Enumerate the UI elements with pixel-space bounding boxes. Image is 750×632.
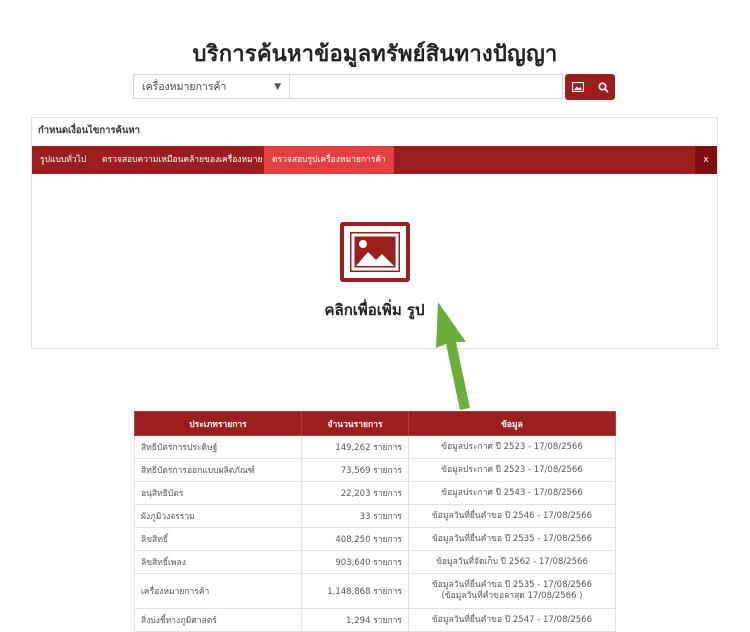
row-info: ข้อมูลวันที่จัดเก็บ ปี 2562 - 17/08/2566 [408,550,616,574]
row-info-line1: ข้อมูลวันที่ยื่นคำขอ ปี 2535 - 17/08/256… [432,580,592,590]
image-upload-icon[interactable] [340,222,410,282]
row-count: 903,640 รายการ [301,550,409,574]
column-header-info: ข้อมูล [408,411,616,436]
table-row: อนุสิทธิบัตร 22,203 รายการ ข้อมูลประกาศ … [134,481,616,505]
row-type: เครื่องหมายการค้า [134,573,302,609]
row-count: 22,203 รายการ [301,481,409,505]
table-header-row: ประเภทรายการ จำนวนรายการ ข้อมูล [134,411,616,436]
table-row: สิทธิบัตรการออกแบบผลิตภัณฑ์ 73,569 รายกา… [134,458,616,482]
row-count: 1,148,868 รายการ [301,573,409,609]
tab-similarity-check[interactable]: ตรวจสอบความเหมือนคล้ายของเครื่องหมาย [94,146,270,174]
row-type: อนุสิทธิบัตร [134,481,302,505]
search-type-value: เครื่องหมายการค้า [142,81,227,93]
row-type: ลิขสิทธิ์เพลง [134,550,302,574]
row-count: 149,262 รายการ [301,435,409,459]
row-info: ข้อมูลประกาศ ปี 2523 - 17/08/2566 [408,458,616,482]
row-info: ข้อมูลวันที่ยื่นคำขอ ปี 2535 - 17/08/256… [408,527,616,551]
row-info: ข้อมูลวันที่ยื่นคำขอ ปี 2547 - 17/08/256… [408,608,616,632]
table-row: ลิขสิทธิ์ 408,250 รายการ ข้อมูลวันที่ยื่… [134,527,616,551]
row-type: สิทธิบัตรการประดิษฐ์ [134,435,302,459]
search-icon [597,81,609,93]
row-count: 1,294 รายการ [301,608,409,632]
search-conditions-panel: กำหนดเงื่อนไขการค้นหา รูปแบบทั่วไป ตรวจส… [31,117,718,349]
row-type: ผังภูมิวงจรรวม [134,504,302,528]
picture-icon [351,233,399,271]
table-row: สิ่งบ่งชี้ทางภูมิศาสตร์ 1,294 รายการ ข้อ… [134,608,616,632]
row-count: 73,569 รายการ [301,458,409,482]
search-type-select[interactable]: เครื่องหมายการค้า ▼ [133,74,289,99]
close-button[interactable]: x [695,146,717,174]
row-type: ลิขสิทธิ์ [134,527,302,551]
row-type: สิ่งบ่งชี้ทางภูมิศาสตร์ [134,608,302,632]
row-info: ข้อมูลประกาศ ปี 2523 - 17/08/2566 [408,435,616,459]
image-search-button[interactable] [565,74,591,100]
tab-general[interactable]: รูปแบบทั่วไป [32,146,94,174]
table-row: ลิขสิทธิ์เพลง 903,640 รายการ ข้อมูลวันที… [134,550,616,574]
tab-trademark-image-check[interactable]: ตรวจสอบรูปเครื่องหมายการค้า [264,146,394,174]
row-count: 408,250 รายการ [301,527,409,551]
column-header-count: จำนวนรายการ [301,411,409,436]
chevron-down-icon: ▼ [274,82,281,92]
arrow-up-icon [436,302,470,410]
image-icon [572,82,584,92]
upload-label[interactable]: คลิกเพื่อเพิ่ม รูป [32,298,717,322]
row-count: 33 รายการ [301,504,409,528]
row-info: ข้อมูลวันที่ยื่นคำขอ ปี 2546 - 17/08/256… [408,504,616,528]
panel-header: กำหนดเงื่อนไขการค้นหา [32,118,717,147]
table-row: สิทธิบัตรการประดิษฐ์ 149,262 รายการ ข้อม… [134,435,616,459]
row-info: ข้อมูลวันที่ยื่นคำขอ ปี 2535 - 17/08/256… [408,573,616,609]
search-input[interactable] [289,74,563,99]
column-header-type: ประเภทรายการ [134,411,302,436]
search-button[interactable] [591,74,615,100]
statistics-table: ประเภทรายการ จำนวนรายการ ข้อมูล สิทธิบัต… [134,411,616,632]
search-bar: เครื่องหมายการค้า ▼ [133,74,615,101]
table-row: ผังภูมิวงจรรวม 33 รายการ ข้อมูลวันที่ยื่… [134,504,616,528]
row-type: สิทธิบัตรการออกแบบผลิตภัณฑ์ [134,458,302,482]
row-info-line2: (ข้อมูลวันที่คำขอล่าสุด 17/08/2566 ) [441,591,583,601]
page-title: บริการค้นหาข้อมูลทรัพย์สินทางปัญญา [192,42,558,67]
tab-bar: รูปแบบทั่วไป ตรวจสอบความเหมือนคล้ายของเค… [32,146,717,174]
table-row: เครื่องหมายการค้า 1,148,868 รายการ ข้อมู… [134,573,616,609]
row-info: ข้อมูลประกาศ ปี 2543 - 17/08/2566 [408,481,616,505]
